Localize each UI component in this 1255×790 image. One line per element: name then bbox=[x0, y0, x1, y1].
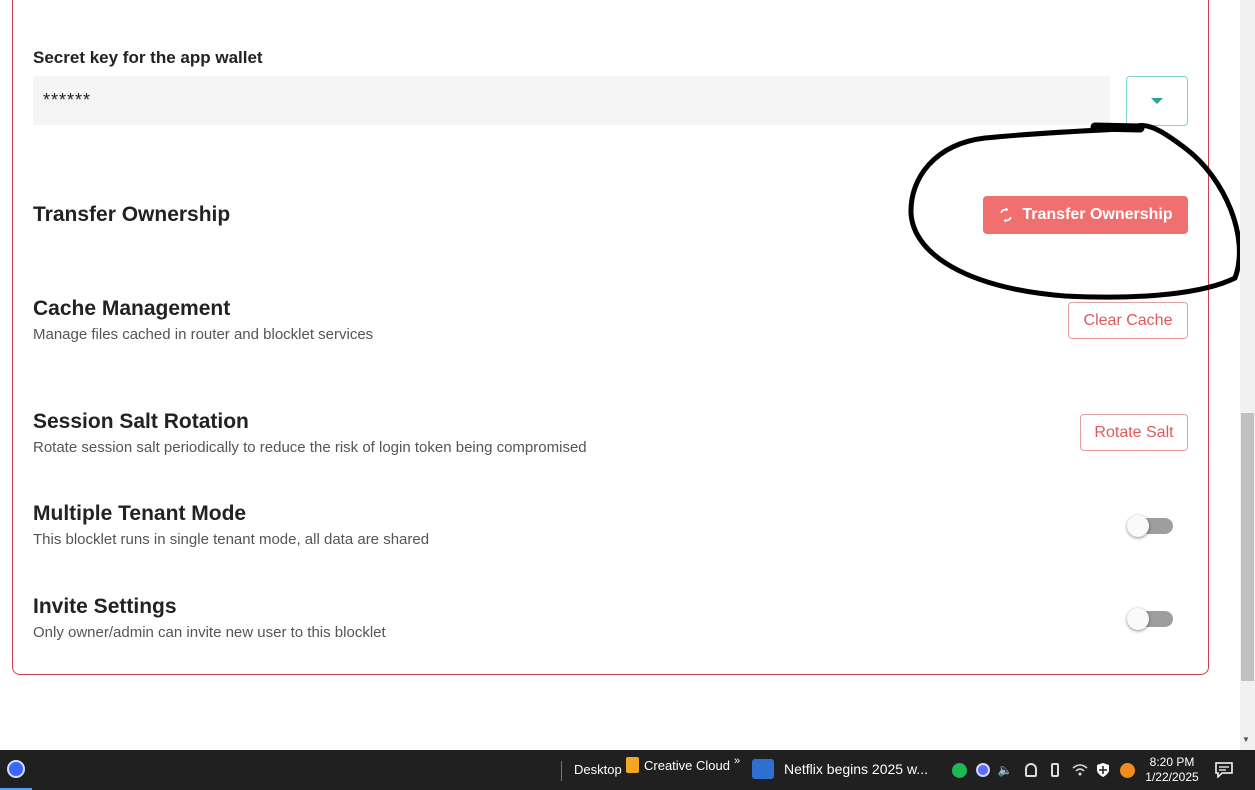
toggle-thumb bbox=[1127, 515, 1149, 537]
volume-icon[interactable]: 🔈 bbox=[997, 762, 1013, 778]
sync-icon bbox=[998, 207, 1014, 223]
multiple-tenant-toggle[interactable] bbox=[1127, 514, 1175, 538]
vpn-icon[interactable] bbox=[1023, 762, 1039, 778]
secret-key-toggle-button[interactable] bbox=[1126, 76, 1188, 126]
app-tray-icon[interactable] bbox=[975, 762, 991, 778]
creative-cloud-shortcut[interactable]: Creative Cloud » bbox=[626, 755, 740, 773]
rotate-salt-button[interactable]: Rotate Salt bbox=[1080, 414, 1188, 451]
wifi-icon[interactable] bbox=[1072, 762, 1088, 778]
invite-settings-toggle[interactable] bbox=[1127, 607, 1175, 631]
transfer-ownership-button[interactable]: Transfer Ownership bbox=[983, 196, 1188, 234]
secret-key-label: Secret key for the app wallet bbox=[33, 48, 263, 67]
scrollbar-thumb[interactable] bbox=[1241, 413, 1254, 681]
secret-key-input[interactable] bbox=[33, 76, 1110, 125]
invite-settings-title: Invite Settings bbox=[33, 595, 177, 618]
taskbar-separator bbox=[561, 761, 562, 781]
security-icon[interactable] bbox=[1095, 762, 1111, 778]
chevron-down-icon bbox=[1151, 98, 1163, 104]
session-salt-description: Rotate session salt periodically to redu… bbox=[33, 439, 587, 456]
session-salt-title: Session Salt Rotation bbox=[33, 410, 249, 433]
vlc-icon[interactable] bbox=[1119, 762, 1135, 778]
usb-icon[interactable] bbox=[1047, 762, 1063, 778]
desktop-toolbar[interactable]: Desktop bbox=[574, 762, 622, 777]
scroll-down-arrow-icon[interactable]: ▼ bbox=[1242, 735, 1250, 744]
creative-cloud-icon bbox=[626, 757, 639, 773]
invite-settings-description: Only owner/admin can invite new user to … bbox=[33, 624, 386, 641]
clock-date: 1/22/2025 bbox=[1145, 770, 1199, 784]
clock-time: 8:20 PM bbox=[1149, 755, 1195, 769]
creative-cloud-label: Creative Cloud bbox=[644, 757, 730, 773]
page-viewport: Secret key for the app wallet Transfer O… bbox=[0, 0, 1240, 750]
spotify-icon[interactable] bbox=[951, 762, 967, 778]
news-icon bbox=[752, 759, 774, 779]
toggle-thumb bbox=[1127, 608, 1149, 630]
clear-cache-button[interactable]: Clear Cache bbox=[1068, 302, 1188, 339]
multiple-tenant-title: Multiple Tenant Mode bbox=[33, 502, 247, 525]
windows-taskbar: Desktop Creative Cloud » Netflix begins … bbox=[0, 750, 1255, 790]
transfer-ownership-button-label: Transfer Ownership bbox=[1022, 206, 1173, 223]
cache-management-title: Cache Management bbox=[33, 297, 231, 320]
multiple-tenant-description: This blocklet runs in single tenant mode… bbox=[33, 531, 430, 548]
cache-management-description: Manage files cached in router and blockl… bbox=[33, 326, 374, 343]
transfer-ownership-title: Transfer Ownership bbox=[33, 203, 231, 226]
start-button[interactable] bbox=[0, 750, 32, 790]
taskbar-clock[interactable]: 8:20 PM 1/22/2025 bbox=[1143, 755, 1201, 785]
taskbar-window-button[interactable]: Netflix begins 2025 w... bbox=[752, 759, 928, 779]
start-icon bbox=[7, 760, 25, 778]
notification-icon[interactable] bbox=[1215, 761, 1233, 779]
toolbar-overflow-icon[interactable]: » bbox=[734, 755, 740, 767]
window-title: Netflix begins 2025 w... bbox=[784, 761, 928, 777]
